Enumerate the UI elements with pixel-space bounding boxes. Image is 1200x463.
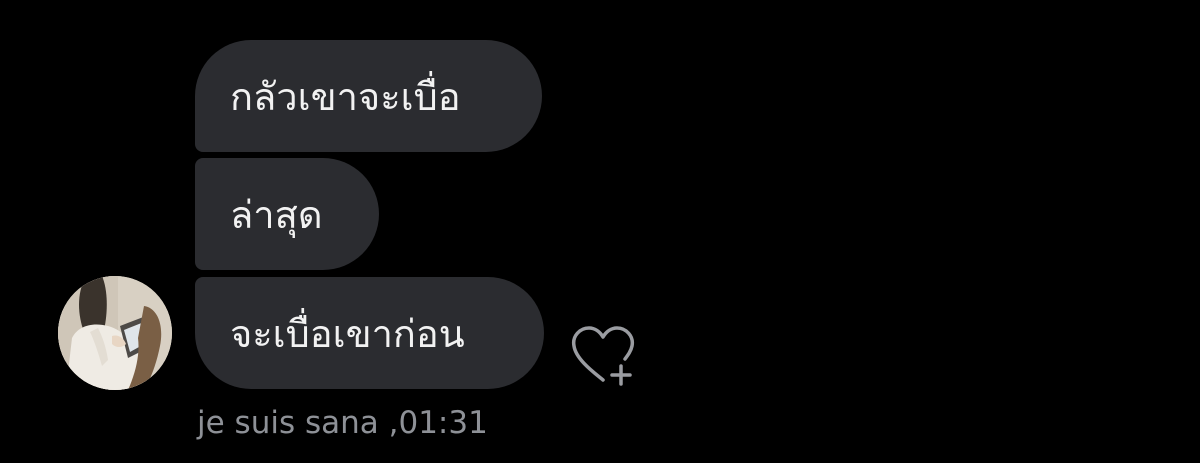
add-reaction-button[interactable] — [568, 322, 640, 388]
message-bubble[interactable]: จะเบื่อเขาก่อน — [195, 277, 544, 389]
message-text: ล่าสุด — [230, 192, 323, 237]
message-time: 01:31 — [398, 405, 488, 441]
profile-photo-icon — [58, 276, 172, 390]
message-text: จะเบื่อเขาก่อน — [230, 311, 465, 356]
sender-name[interactable]: je suis sana — [197, 405, 379, 441]
message-bubble[interactable]: กลัวเขาจะเบื่อ — [195, 40, 542, 152]
meta-separator: , — [378, 405, 399, 441]
message-bubble[interactable]: ล่าสุด — [195, 158, 379, 270]
message-text: กลัวเขาจะเบื่อ — [230, 74, 461, 119]
message-meta: je suis sana ,01:31 — [197, 405, 488, 441]
heart-plus-icon — [571, 326, 635, 386]
avatar[interactable] — [58, 276, 172, 390]
